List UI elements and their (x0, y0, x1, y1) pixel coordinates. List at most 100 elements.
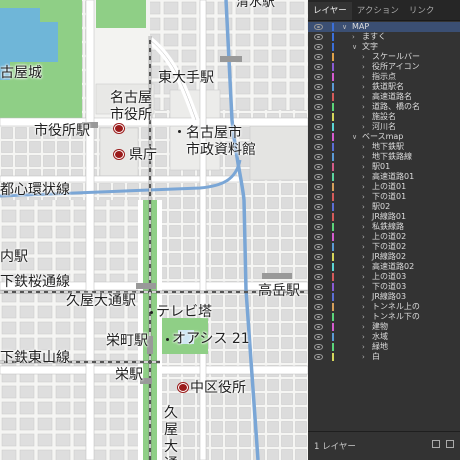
chevron-right-icon[interactable]: › (352, 32, 355, 42)
visibility-eye-icon[interactable] (314, 64, 323, 70)
layer-row[interactable]: › 建物 (308, 322, 460, 332)
visibility-eye-icon[interactable] (314, 214, 323, 220)
chevron-right-icon[interactable]: › (362, 82, 365, 92)
chevron-right-icon[interactable]: › (362, 212, 365, 222)
chevron-right-icon[interactable]: › (362, 242, 365, 252)
layer-row[interactable]: › JR線路02 (308, 252, 460, 262)
visibility-eye-icon[interactable] (314, 74, 323, 80)
visibility-eye-icon[interactable] (314, 104, 323, 110)
layer-row[interactable]: › ますく (308, 32, 460, 42)
chevron-right-icon[interactable]: › (362, 102, 365, 112)
visibility-eye-icon[interactable] (314, 314, 323, 320)
chevron-right-icon[interactable]: › (362, 272, 365, 282)
visibility-eye-icon[interactable] (314, 34, 323, 40)
layer-row[interactable]: › 上の道02 (308, 232, 460, 242)
layer-row[interactable]: › 河川名 (308, 122, 460, 132)
visibility-eye-icon[interactable] (314, 294, 323, 300)
layer-row[interactable]: › 役所アイコン (308, 62, 460, 72)
chevron-right-icon[interactable]: › (362, 342, 365, 352)
map-canvas[interactable]: 清水駅 古屋城 東大手駅 名古屋 市役所 市役所駅 名古屋市 市政資料館 県庁 … (0, 0, 308, 460)
visibility-eye-icon[interactable] (314, 54, 323, 60)
tab-layers[interactable]: レイヤー (308, 2, 352, 20)
visibility-eye-icon[interactable] (314, 344, 323, 350)
layer-row[interactable]: ∨ ベースmap (308, 132, 460, 142)
chevron-right-icon[interactable]: › (362, 152, 365, 162)
layer-row[interactable]: › 駅02 (308, 202, 460, 212)
chevron-right-icon[interactable]: › (362, 232, 365, 242)
options-icon[interactable] (446, 440, 454, 448)
layer-row[interactable]: › JR線路03 (308, 292, 460, 302)
visibility-eye-icon[interactable] (314, 144, 323, 150)
visibility-eye-icon[interactable] (314, 334, 323, 340)
layer-row[interactable]: › 緑地 (308, 342, 460, 352)
layer-row[interactable]: › 下の道02 (308, 242, 460, 252)
layer-row[interactable]: › 上の道01 (308, 182, 460, 192)
layer-row[interactable]: › 高速道路01 (308, 172, 460, 182)
layer-row[interactable]: › 高速道路名 (308, 92, 460, 102)
visibility-eye-icon[interactable] (314, 264, 323, 270)
visibility-eye-icon[interactable] (314, 164, 323, 170)
visibility-eye-icon[interactable] (314, 24, 323, 30)
layer-row[interactable]: › 指示点 (308, 72, 460, 82)
chevron-right-icon[interactable]: › (362, 52, 365, 62)
layer-row[interactable]: ∨ 文字 (308, 42, 460, 52)
chevron-right-icon[interactable]: › (362, 312, 365, 322)
chevron-right-icon[interactable]: › (362, 122, 365, 132)
layer-row[interactable]: › スケールバー (308, 52, 460, 62)
chevron-down-icon[interactable]: ∨ (352, 42, 357, 52)
chevron-right-icon[interactable]: › (362, 292, 365, 302)
visibility-eye-icon[interactable] (314, 244, 323, 250)
layer-row[interactable]: ∨ MAP (308, 22, 460, 32)
visibility-eye-icon[interactable] (314, 304, 323, 310)
chevron-right-icon[interactable]: › (362, 172, 365, 182)
layer-row[interactable]: › 施設名 (308, 112, 460, 122)
chevron-right-icon[interactable]: › (362, 92, 365, 102)
visibility-eye-icon[interactable] (314, 174, 323, 180)
tab-actions[interactable]: アクション (352, 2, 404, 20)
chevron-right-icon[interactable]: › (362, 202, 365, 212)
chevron-down-icon[interactable]: ∨ (352, 132, 357, 142)
visibility-eye-icon[interactable] (314, 274, 323, 280)
visibility-eye-icon[interactable] (314, 354, 323, 360)
visibility-eye-icon[interactable] (314, 84, 323, 90)
chevron-right-icon[interactable]: › (362, 222, 365, 232)
chevron-right-icon[interactable]: › (362, 192, 365, 202)
layer-row[interactable]: › 地下鉄駅 (308, 142, 460, 152)
export-icon[interactable] (432, 440, 440, 448)
chevron-right-icon[interactable]: › (362, 302, 365, 312)
chevron-right-icon[interactable]: › (362, 332, 365, 342)
layer-row[interactable]: › 水域 (308, 332, 460, 342)
chevron-down-icon[interactable]: ∨ (342, 22, 347, 32)
visibility-eye-icon[interactable] (314, 44, 323, 50)
chevron-right-icon[interactable]: › (362, 142, 365, 152)
chevron-right-icon[interactable]: › (362, 182, 365, 192)
layer-row[interactable]: › 高速道路02 (308, 262, 460, 272)
chevron-right-icon[interactable]: › (362, 72, 365, 82)
layer-row[interactable]: › JR線路01 (308, 212, 460, 222)
layer-row[interactable]: › 駅01 (308, 162, 460, 172)
layer-row[interactable]: › 私鉄線路 (308, 222, 460, 232)
visibility-eye-icon[interactable] (314, 154, 323, 160)
layer-row[interactable]: › 白 (308, 352, 460, 362)
tab-links[interactable]: リンク (404, 2, 440, 20)
visibility-eye-icon[interactable] (314, 94, 323, 100)
layer-row[interactable]: › トンネル下の (308, 312, 460, 322)
visibility-eye-icon[interactable] (314, 134, 323, 140)
chevron-right-icon[interactable]: › (362, 112, 365, 122)
layer-row[interactable]: › トンネル上の (308, 302, 460, 312)
visibility-eye-icon[interactable] (314, 124, 323, 130)
layer-row[interactable]: › 道路、橋の名 (308, 102, 460, 112)
layer-row[interactable]: › 鉄道駅名 (308, 82, 460, 92)
visibility-eye-icon[interactable] (314, 254, 323, 260)
layer-row[interactable]: › 地下鉄路線 (308, 152, 460, 162)
layer-row[interactable]: › 上の道03 (308, 272, 460, 282)
visibility-eye-icon[interactable] (314, 114, 323, 120)
layer-row[interactable]: › 下の道03 (308, 282, 460, 292)
visibility-eye-icon[interactable] (314, 184, 323, 190)
chevron-right-icon[interactable]: › (362, 282, 365, 292)
chevron-right-icon[interactable]: › (362, 262, 365, 272)
visibility-eye-icon[interactable] (314, 204, 323, 210)
chevron-right-icon[interactable]: › (362, 162, 365, 172)
visibility-eye-icon[interactable] (314, 284, 323, 290)
visibility-eye-icon[interactable] (314, 224, 323, 230)
